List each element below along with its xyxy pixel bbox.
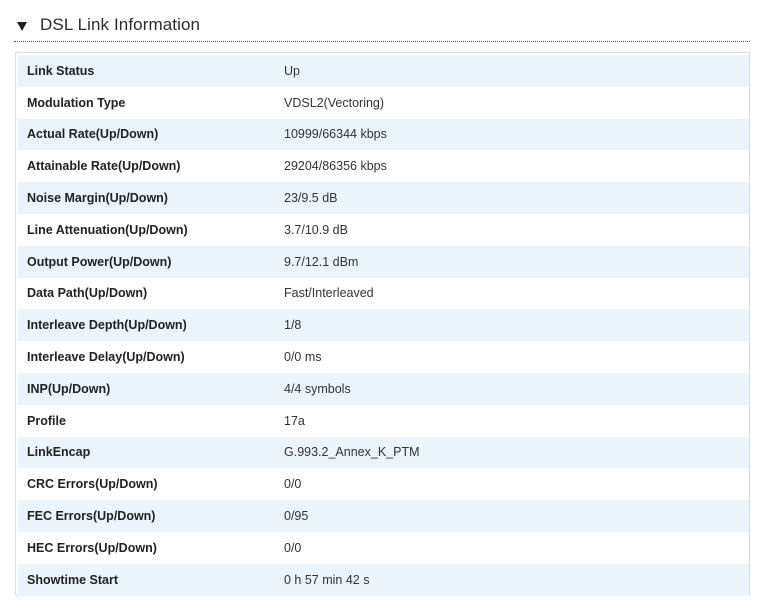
table-row: LinkEncap G.993.2_Annex_K_PTM — [18, 436, 749, 469]
table-row: CRC Errors(Up/Down) 0/0 — [18, 468, 749, 501]
dsl-info-table: Link Status Up Modulation Type VDSL2(Vec… — [15, 52, 750, 596]
row-label: Output Power(Up/Down) — [27, 254, 172, 269]
table-row: Interleave Delay(Up/Down) 0/0 ms — [18, 341, 749, 373]
row-label: Profile — [27, 413, 66, 428]
row-value: 1/8 — [284, 318, 302, 333]
row-value: 9.7/12.1 dBm — [284, 254, 359, 269]
table-row: Interleave Depth(Up/Down) 1/8 — [18, 309, 749, 342]
row-value: 10999/66344 kbps — [284, 127, 387, 142]
row-label: Noise Margin(Up/Down) — [27, 191, 168, 206]
row-value: 3.7/10.9 dB — [284, 222, 348, 237]
row-value: 29204/86356 kbps — [284, 159, 387, 174]
table-row: Actual Rate(Up/Down) 10999/66344 kbps — [18, 118, 749, 151]
table-row: INP(Up/Down) 4/4 symbols — [18, 373, 749, 405]
row-value: G.993.2_Annex_K_PTM — [284, 445, 420, 460]
table-row: Data Path(Up/Down) Fast/Interleaved — [18, 277, 749, 310]
row-label: INP(Up/Down) — [27, 381, 111, 396]
row-value: 0/0 ms — [284, 350, 322, 365]
row-label: HEC Errors(Up/Down) — [27, 540, 157, 555]
row-label: CRC Errors(Up/Down) — [27, 477, 158, 492]
row-label: Line Attenuation(Up/Down) — [27, 222, 188, 237]
row-label: FEC Errors(Up/Down) — [27, 509, 156, 524]
row-label: Interleave Delay(Up/Down) — [27, 350, 185, 365]
table-row: FEC Errors(Up/Down) 0/95 — [18, 500, 749, 532]
row-value: 0/0 — [284, 477, 302, 492]
row-value: 23/9.5 dB — [284, 191, 338, 206]
row-label: Attainable Rate(Up/Down) — [27, 159, 181, 174]
table-row: Showtime Start 0 h 57 min 42 s — [18, 563, 749, 596]
table-row: HEC Errors(Up/Down) 0/0 — [18, 532, 749, 564]
row-value: 17a — [284, 413, 305, 428]
row-label: Modulation Type — [27, 95, 126, 110]
table-row: Link Status Up — [18, 55, 749, 87]
section-divider — [14, 41, 750, 42]
row-value: 4/4 symbols — [284, 381, 351, 396]
row-label: Showtime Start — [27, 572, 118, 587]
row-label: Interleave Depth(Up/Down) — [27, 318, 187, 333]
table-row: Modulation Type VDSL2(Vectoring) — [18, 86, 749, 119]
section-title: DSL Link Information — [40, 14, 201, 34]
row-value: 0/0 — [284, 540, 302, 555]
row-label: Data Path(Up/Down) — [27, 286, 148, 301]
table-row: Profile 17a — [18, 404, 749, 437]
row-value: Up — [284, 63, 300, 78]
row-label: LinkEncap — [27, 445, 91, 460]
row-value: 0 h 57 min 42 s — [284, 572, 370, 587]
section-header-dsl-link[interactable]: DSL Link Information — [14, 8, 750, 41]
row-value: VDSL2(Vectoring) — [284, 95, 385, 110]
row-value: Fast/Interleaved — [284, 286, 374, 301]
table-row: Attainable Rate(Up/Down) 29204/86356 kbp… — [18, 150, 749, 183]
table-row: Output Power(Up/Down) 9.7/12.1 dBm — [18, 245, 749, 278]
table-row: Line Attenuation(Up/Down) 3.7/10.9 dB — [18, 214, 749, 246]
row-value: 0/95 — [284, 509, 309, 524]
collapse-triangle-icon[interactable] — [17, 21, 27, 31]
row-label: Link Status — [27, 63, 95, 78]
table-row: Noise Margin(Up/Down) 23/9.5 dB — [18, 182, 749, 214]
row-label: Actual Rate(Up/Down) — [27, 127, 159, 142]
